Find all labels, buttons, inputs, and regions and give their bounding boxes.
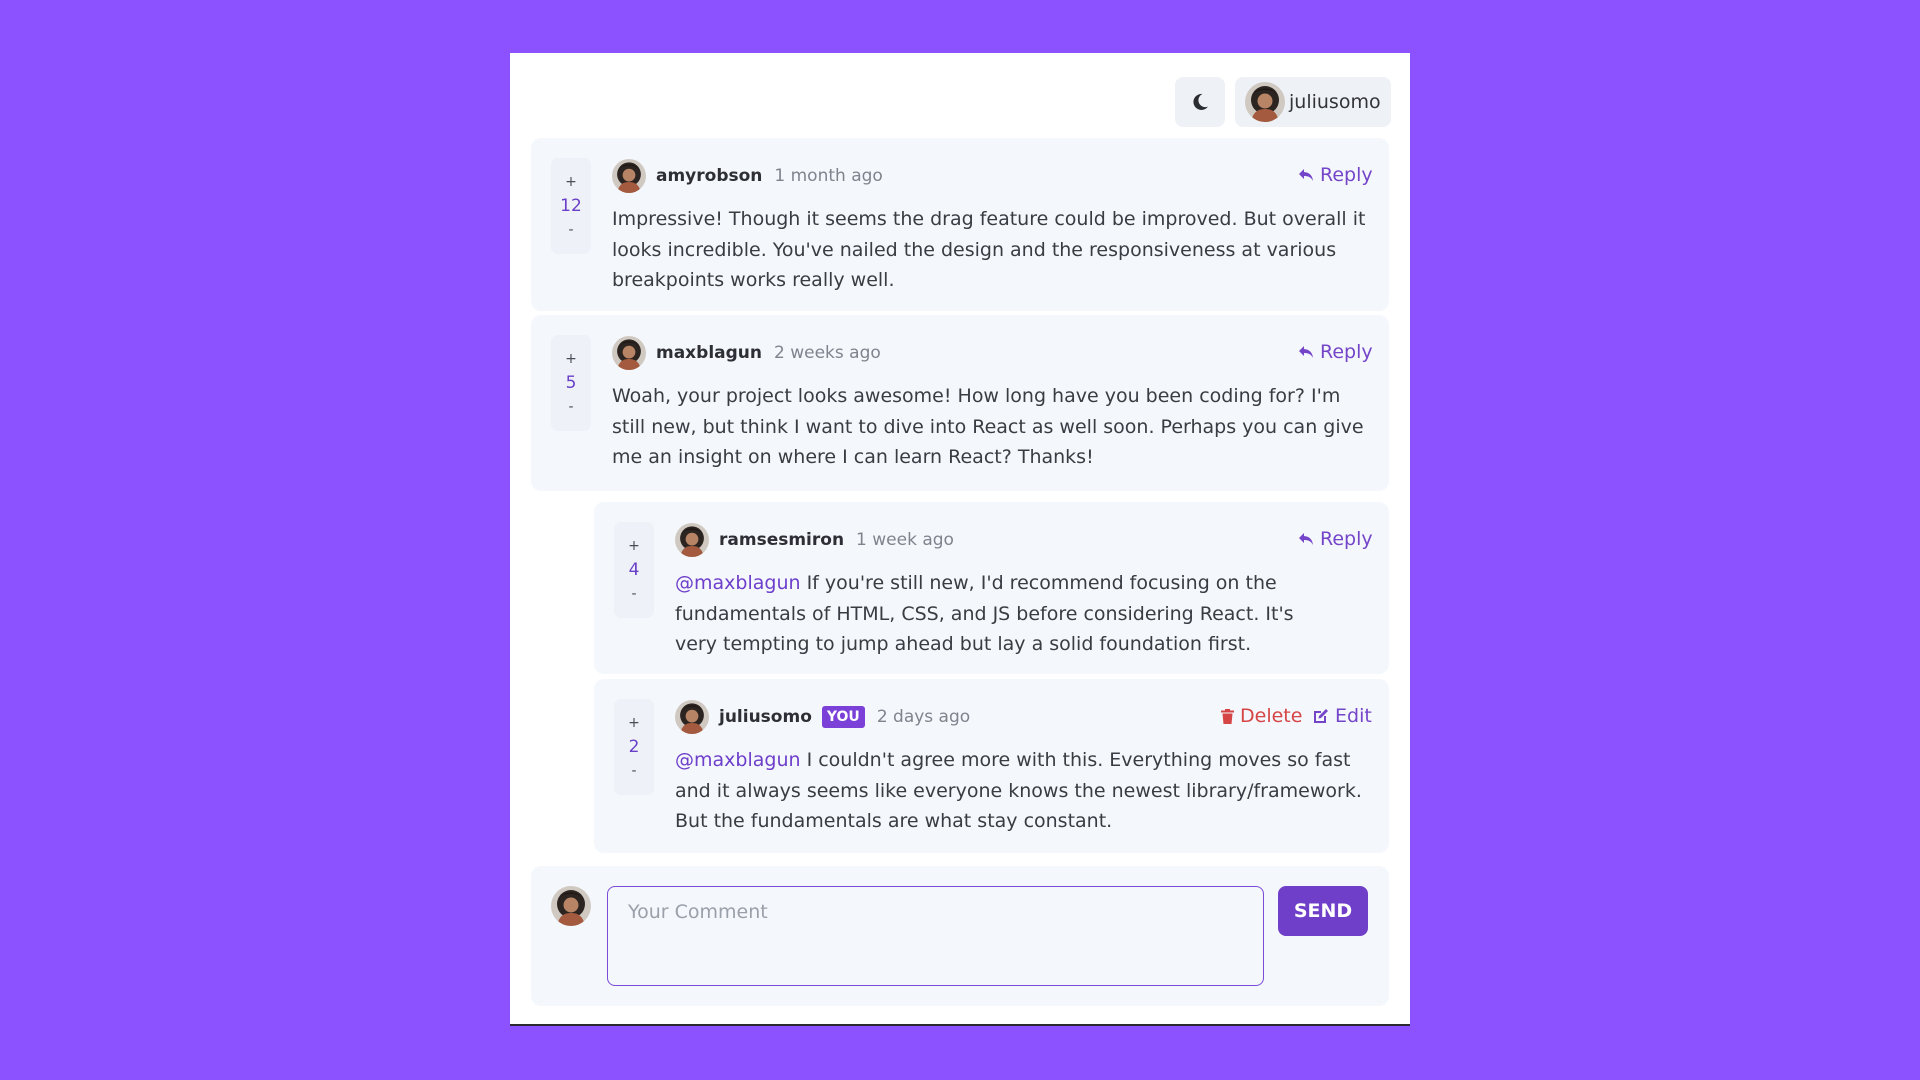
comment-body: Impressive! Though it seems the drag fea…: [612, 208, 1366, 291]
vote-control: + 4 -: [614, 522, 654, 618]
reply-label: Reply: [1320, 341, 1373, 363]
upvote-button[interactable]: +: [628, 537, 640, 555]
edit-icon: [1314, 709, 1328, 723]
reply-label: Reply: [1320, 164, 1373, 186]
edit-button[interactable]: Edit: [1313, 705, 1372, 727]
comment-body: @maxblagun I couldn't agree more with th…: [675, 745, 1375, 837]
comment-meta: amyrobson 1 month ago: [612, 159, 883, 193]
reply-button[interactable]: Reply: [1298, 164, 1373, 186]
upvote-button[interactable]: +: [565, 350, 577, 368]
comment-card: + 12 - amyrobson 1 month ago Reply Impre…: [531, 138, 1389, 311]
mention-link[interactable]: @maxblagun: [675, 572, 801, 594]
comment-timestamp: 1 month ago: [774, 166, 883, 186]
user-avatar: [612, 336, 646, 370]
you-badge: YOU: [821, 706, 865, 728]
comment-body: @maxblagun If you're still new, I'd reco…: [675, 568, 1315, 660]
comment-meta: maxblagun 2 weeks ago: [612, 336, 881, 370]
send-button[interactable]: SEND: [1278, 886, 1368, 936]
comment-meta: ramsesmiron 1 week ago: [675, 523, 954, 557]
downvote-button[interactable]: -: [631, 762, 636, 780]
comment-username[interactable]: ramsesmiron: [719, 530, 844, 550]
comment-timestamp: 2 weeks ago: [774, 343, 881, 363]
comment-username[interactable]: amyrobson: [656, 166, 762, 186]
reply-icon: [1298, 345, 1314, 359]
user-avatar: [675, 700, 709, 734]
downvote-button[interactable]: -: [568, 398, 573, 416]
comment-meta: juliusomo YOU 2 days ago: [675, 700, 970, 734]
current-user-chip[interactable]: juliusomo: [1235, 77, 1391, 127]
reply-button[interactable]: Reply: [1298, 341, 1373, 363]
user-avatar: [675, 523, 709, 557]
mention-link[interactable]: @maxblagun: [675, 749, 801, 771]
user-avatar: [551, 886, 591, 926]
reply-card: + 2 - juliusomo YOU 2 days ago Delete Ed…: [594, 679, 1389, 853]
vote-score: 4: [628, 560, 640, 580]
comment-card: + 5 - maxblagun 2 weeks ago Reply Woah, …: [531, 315, 1389, 491]
delete-label: Delete: [1240, 705, 1303, 727]
comment-timestamp: 1 week ago: [856, 530, 954, 550]
comment-body: Woah, your project looks awesome! How lo…: [612, 385, 1364, 468]
edit-label: Edit: [1335, 705, 1372, 727]
upvote-button[interactable]: +: [565, 173, 577, 191]
vote-control: + 5 -: [551, 335, 591, 431]
reply-label: Reply: [1320, 528, 1373, 550]
reply-button[interactable]: Reply: [1298, 528, 1373, 550]
moon-icon: [1193, 93, 1208, 110]
vote-score: 5: [565, 373, 577, 393]
downvote-button[interactable]: -: [631, 585, 636, 603]
vote-score: 12: [560, 196, 582, 216]
trash-icon: [1221, 708, 1234, 724]
comment-username[interactable]: juliusomo: [719, 707, 812, 727]
vote-control: + 12 -: [551, 158, 591, 254]
reply-card: + 4 - ramsesmiron 1 week ago Reply @maxb…: [594, 502, 1389, 674]
current-user-name: juliusomo: [1289, 91, 1381, 113]
comment-username[interactable]: maxblagun: [656, 343, 762, 363]
reply-icon: [1298, 168, 1314, 182]
user-avatar: [1245, 82, 1285, 122]
user-avatar: [612, 159, 646, 193]
header-bar: juliusomo: [1175, 77, 1391, 127]
reply-icon: [1298, 532, 1314, 546]
vote-score: 2: [628, 737, 640, 757]
comment-timestamp: 2 days ago: [876, 707, 971, 727]
downvote-button[interactable]: -: [568, 221, 573, 239]
delete-button[interactable]: Delete: [1221, 705, 1302, 727]
theme-toggle-button[interactable]: [1175, 77, 1225, 127]
vote-control: + 2 -: [614, 699, 654, 795]
upvote-button[interactable]: +: [628, 714, 640, 732]
comment-input[interactable]: [607, 886, 1264, 986]
